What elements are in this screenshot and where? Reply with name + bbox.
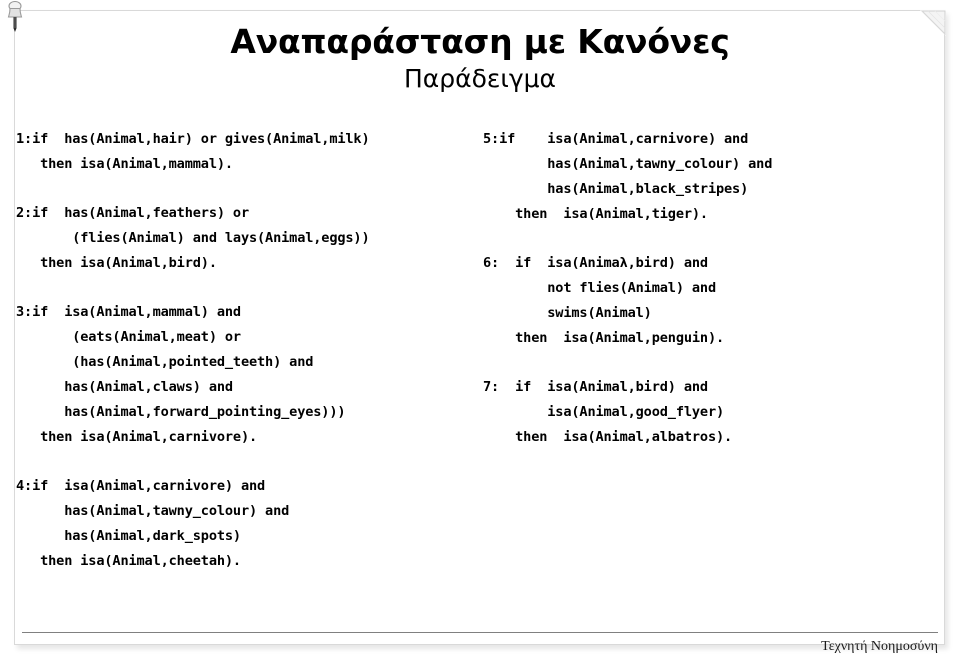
rule-line: 6: if isa(Animaλ,bird) and [483,255,708,271]
rule-block-2: 2:if has(Animal,feathers) or (flies(Anim… [16,201,476,276]
rule-line: (flies(Animal) and lays(Animal,eggs)) [16,230,370,246]
rule-line: then isa(Animal,penguin). [483,330,725,346]
rule-line: then isa(Animal,bird). [16,255,217,271]
rules-columns: 1:if has(Animal,hair) or gives(Animal,mi… [0,127,960,587]
rule-line: then isa(Animal,carnivore). [16,429,258,445]
rules-column-right: 5:if isa(Animal,carnivore) and has(Anima… [483,127,943,450]
rule-line: isa(Animal,good_flyer) [483,404,725,420]
rule-line: has(Animal,claws) and [16,379,233,395]
rule-line: 7: if isa(Animal,bird) and [483,379,708,395]
rule-line: not flies(Animal) and [483,280,716,296]
rule-line: has(Animal,dark_spots) [16,528,241,544]
page-subtitle: Παράδειγμα [403,64,557,93]
rule-line: 1:if has(Animal,hair) or gives(Animal,mi… [16,131,370,147]
rule-line: 4:if isa(Animal,carnivore) and [16,478,266,494]
rule-line: has(Animal,tawny_colour) and [16,503,290,519]
rule-block-6: 6: if isa(Animaλ,bird) and not flies(Ani… [483,251,943,351]
rule-line: (has(Animal,pointed_teeth) and [16,354,314,370]
rule-block-7: 7: if isa(Animal,bird) and isa(Animal,go… [483,375,943,450]
rules-column-left: 1:if has(Animal,hair) or gives(Animal,mi… [16,127,476,574]
rule-block-1: 1:if has(Animal,hair) or gives(Animal,mi… [16,127,476,177]
footer-divider [22,632,938,633]
rule-line: has(Animal,forward_pointing_eyes))) [16,404,346,420]
rule-line: has(Animal,black_stripes) [483,181,749,197]
rule-line: then isa(Animal,cheetah). [16,553,241,569]
page-title: Αναπαράσταση με Κανόνες [230,22,730,61]
rule-line: then isa(Animal,mammal). [16,156,233,172]
rule-line: 3:if isa(Animal,mammal) and [16,304,241,320]
rule-block-3: 3:if isa(Animal,mammal) and (eats(Animal… [16,300,476,450]
rule-line: then isa(Animal,tiger). [483,206,708,222]
rule-line: 2:if has(Animal,feathers) or [16,205,249,221]
title-block: Αναπαράσταση με Κανόνες Παράδειγμα [0,22,960,94]
footer-label: Τεχνητή Νοημοσύνη [821,639,938,654]
slide-canvas: Αναπαράσταση με Κανόνες Παράδειγμα 1:if … [0,0,960,669]
rule-block-4: 4:if isa(Animal,carnivore) and has(Anima… [16,474,476,574]
rule-line: 5:if isa(Animal,carnivore) and [483,131,749,147]
rule-line: then isa(Animal,albatros). [483,429,733,445]
rule-block-5: 5:if isa(Animal,carnivore) and has(Anima… [483,127,943,227]
rule-line: swims(Animal) [483,305,652,321]
rule-line: has(Animal,tawny_colour) and [483,156,773,172]
rule-line: (eats(Animal,meat) or [16,329,241,345]
